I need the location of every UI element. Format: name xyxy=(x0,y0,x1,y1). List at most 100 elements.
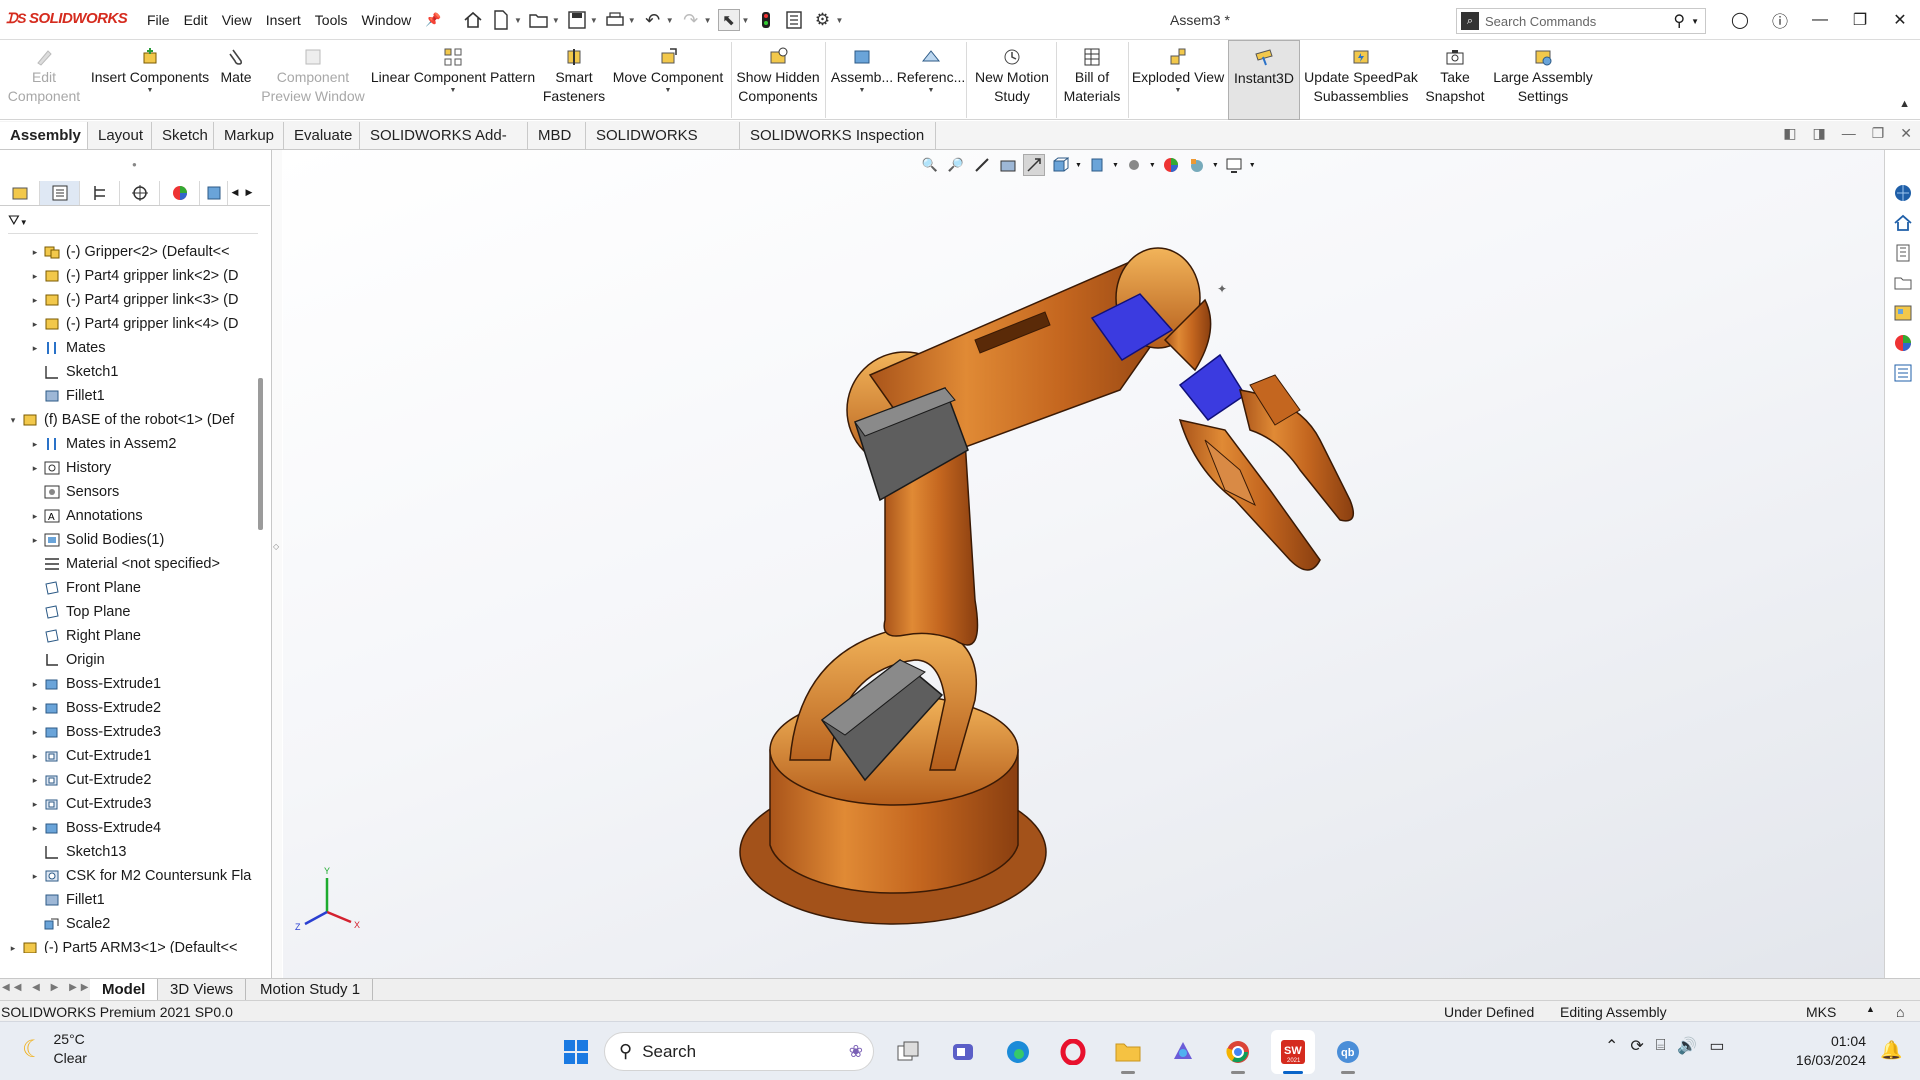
expand-arrow-icon[interactable]: ▸ xyxy=(28,871,42,882)
chrome-browser-icon[interactable] xyxy=(1216,1030,1260,1074)
tree-item[interactable]: Fillet1 xyxy=(0,888,252,912)
assembly-features-button[interactable]: Assemb... ▼ xyxy=(828,40,896,120)
tab-assembly[interactable]: Assembly xyxy=(0,122,88,149)
tree-item[interactable]: Front Plane xyxy=(0,576,252,600)
update-speedpak-button[interactable]: Update SpeedPak Subassemblies xyxy=(1302,40,1420,120)
expand-arrow-icon[interactable]: ▸ xyxy=(28,775,42,786)
show-hidden-components-button[interactable]: Show Hidden Components xyxy=(734,40,822,120)
menu-edit[interactable]: Edit xyxy=(177,12,215,28)
tree-item[interactable]: ▸ A Annotations xyxy=(0,504,252,528)
tree-item[interactable]: ▸ Cut-Extrude3 xyxy=(0,792,252,816)
view-settings-dropdown-icon[interactable]: ▼ xyxy=(1249,162,1256,169)
panel-splitter[interactable]: ◇ xyxy=(272,150,282,978)
tree-item[interactable]: ▸ Mates in Assem2 xyxy=(0,432,252,456)
tree-item[interactable]: Origin xyxy=(0,648,252,672)
expand-arrow-icon[interactable]: ▸ xyxy=(28,271,42,282)
reference-geometry-dropdown-icon[interactable]: ▼ xyxy=(928,87,935,95)
save-dropdown-icon[interactable]: ▼ xyxy=(590,16,598,25)
select-pointer-icon[interactable]: ⬉ xyxy=(717,9,740,31)
tree-item[interactable]: ▸ Mates xyxy=(0,336,252,360)
panel-gripper-dot[interactable]: ● xyxy=(132,160,137,169)
redo-dropdown-icon[interactable]: ▼ xyxy=(704,16,712,25)
menu-window[interactable]: Window xyxy=(354,12,418,28)
tab-layout[interactable]: Layout xyxy=(88,122,152,149)
sync-icon[interactable]: ⟳ xyxy=(1630,1036,1643,1056)
expand-arrow-icon[interactable]: ▸ xyxy=(28,343,42,354)
design-library-home-icon[interactable] xyxy=(1889,210,1917,236)
tree-item[interactable]: ▸ History xyxy=(0,456,252,480)
tab-mbd[interactable]: MBD xyxy=(528,122,586,149)
expand-arrow-icon[interactable]: ▸ xyxy=(28,463,42,474)
copilot-icon[interactable] xyxy=(1161,1030,1205,1074)
tab-solidworks-cam[interactable]: SOLIDWORKS CAM xyxy=(586,122,740,171)
tree-item[interactable]: ▸ Boss-Extrude1 xyxy=(0,672,252,696)
task-view-icon[interactable] xyxy=(886,1030,930,1074)
cam-tab-icon[interactable] xyxy=(200,180,228,205)
tab-evaluate[interactable]: Evaluate xyxy=(284,122,360,149)
tabs-scroll-right-icon[interactable]: ▶ xyxy=(242,187,256,198)
tree-item[interactable]: ▸ (-) Part4 gripper link<3> (D xyxy=(0,288,252,312)
property-manager-tab-icon[interactable] xyxy=(40,180,80,205)
tab-solidworks-inspection[interactable]: SOLIDWORKS Inspection xyxy=(740,122,936,149)
volume-icon[interactable]: 🔊 xyxy=(1677,1036,1697,1056)
show-hidden-icons-chevron-icon[interactable]: ⌃ xyxy=(1605,1036,1618,1056)
expand-arrow-icon[interactable]: ▸ xyxy=(28,703,42,714)
component-preview-window-button[interactable]: Component Preview Window xyxy=(258,40,368,120)
tree-item[interactable]: ▸ Cut-Extrude1 xyxy=(0,744,252,768)
tree-item[interactable]: ▸ Boss-Extrude4 xyxy=(0,816,252,840)
expand-arrow-icon[interactable]: ▸ xyxy=(28,295,42,306)
expand-arrow-icon[interactable]: ▸ xyxy=(6,943,20,954)
edit-component-button[interactable]: Edit Component xyxy=(4,40,84,120)
large-assembly-settings-button[interactable]: Large Assembly Settings xyxy=(1490,40,1596,120)
restore-button[interactable]: ❐ xyxy=(1840,10,1880,30)
expand-arrow-icon[interactable]: ▸ xyxy=(28,751,42,762)
vertical-scrollbar[interactable] xyxy=(258,378,263,530)
solidworks-resources-icon[interactable] xyxy=(1889,180,1917,206)
tree-item[interactable]: Scale2 xyxy=(0,912,252,936)
bill-of-materials-button[interactable]: Bill of Materials xyxy=(1058,40,1126,120)
file-properties-icon[interactable] xyxy=(783,9,805,31)
tree-item[interactable]: ▸ CSK for M2 Countersunk Fla xyxy=(0,864,252,888)
view-settings-icon[interactable] xyxy=(1223,154,1245,176)
previous-view-icon[interactable] xyxy=(971,154,993,176)
open-folder-icon[interactable] xyxy=(528,9,550,31)
apply-scene-icon[interactable] xyxy=(1186,154,1208,176)
options-dropdown-icon[interactable]: ▼ xyxy=(835,16,843,25)
zoom-to-area-icon[interactable]: 🔎 xyxy=(945,154,967,176)
tree-item[interactable]: Sketch13 xyxy=(0,840,252,864)
units-dropdown-icon[interactable]: ▲ xyxy=(1866,1004,1875,1014)
menu-file[interactable]: File xyxy=(140,12,177,28)
tree-item[interactable]: ▾ (f) BASE of the robot<1> (Def xyxy=(0,408,252,432)
solidworks-taskbar-icon[interactable]: SW 2021 xyxy=(1271,1030,1315,1074)
print-icon[interactable] xyxy=(604,9,626,31)
tree-filter[interactable]: ⛛▼ xyxy=(8,212,258,234)
tab-solidworks-addins[interactable]: SOLIDWORKS Add-Ins xyxy=(360,122,528,171)
home-icon[interactable] xyxy=(462,9,484,31)
tab-scroll-buttons[interactable]: ◀◀ ◀ ▶ ▶▶ xyxy=(2,982,92,993)
hide-show-items-icon[interactable] xyxy=(1123,154,1145,176)
smart-fasteners-button[interactable]: Smart Fasteners xyxy=(540,40,608,120)
tab-motion-study-1[interactable]: Motion Study 1 xyxy=(248,979,374,1001)
collapse-ribbon-icon[interactable]: ▲ xyxy=(1899,98,1910,110)
taskbar-search[interactable]: ⚲ Search ❀ xyxy=(604,1032,874,1071)
display-style-icon[interactable] xyxy=(1086,154,1108,176)
close-button[interactable]: ✕ xyxy=(1880,10,1920,30)
exploded-view-dropdown-icon[interactable]: ▼ xyxy=(1175,87,1182,95)
reference-geometry-button[interactable]: Referenc... ▼ xyxy=(897,40,965,120)
linear-component-pattern-button[interactable]: Linear Component Pattern ▼ xyxy=(368,40,538,120)
status-units[interactable]: MKS xyxy=(1806,1004,1836,1020)
new-dropdown-icon[interactable]: ▼ xyxy=(514,16,522,25)
feature-manager-tab-icon[interactable] xyxy=(0,180,40,205)
opera-browser-icon[interactable] xyxy=(1051,1030,1095,1074)
tree-item[interactable]: ▸ (-) Gripper<2> (Default<< xyxy=(0,240,252,264)
help-icon[interactable]: ⓘ xyxy=(1760,8,1800,32)
insert-components-button[interactable]: Insert Components ▼ xyxy=(88,40,212,120)
configuration-manager-tab-icon[interactable] xyxy=(80,180,120,205)
qbittorrent-icon[interactable]: qb xyxy=(1326,1030,1370,1074)
pattern-dropdown-icon[interactable]: ▼ xyxy=(450,87,457,95)
undo-dropdown-icon[interactable]: ▼ xyxy=(666,16,674,25)
insert-components-dropdown-icon[interactable]: ▼ xyxy=(147,87,154,95)
tree-item[interactable]: ▸ Boss-Extrude3 xyxy=(0,720,252,744)
menu-view[interactable]: View xyxy=(215,12,259,28)
tree-item[interactable]: Top Plane xyxy=(0,600,252,624)
